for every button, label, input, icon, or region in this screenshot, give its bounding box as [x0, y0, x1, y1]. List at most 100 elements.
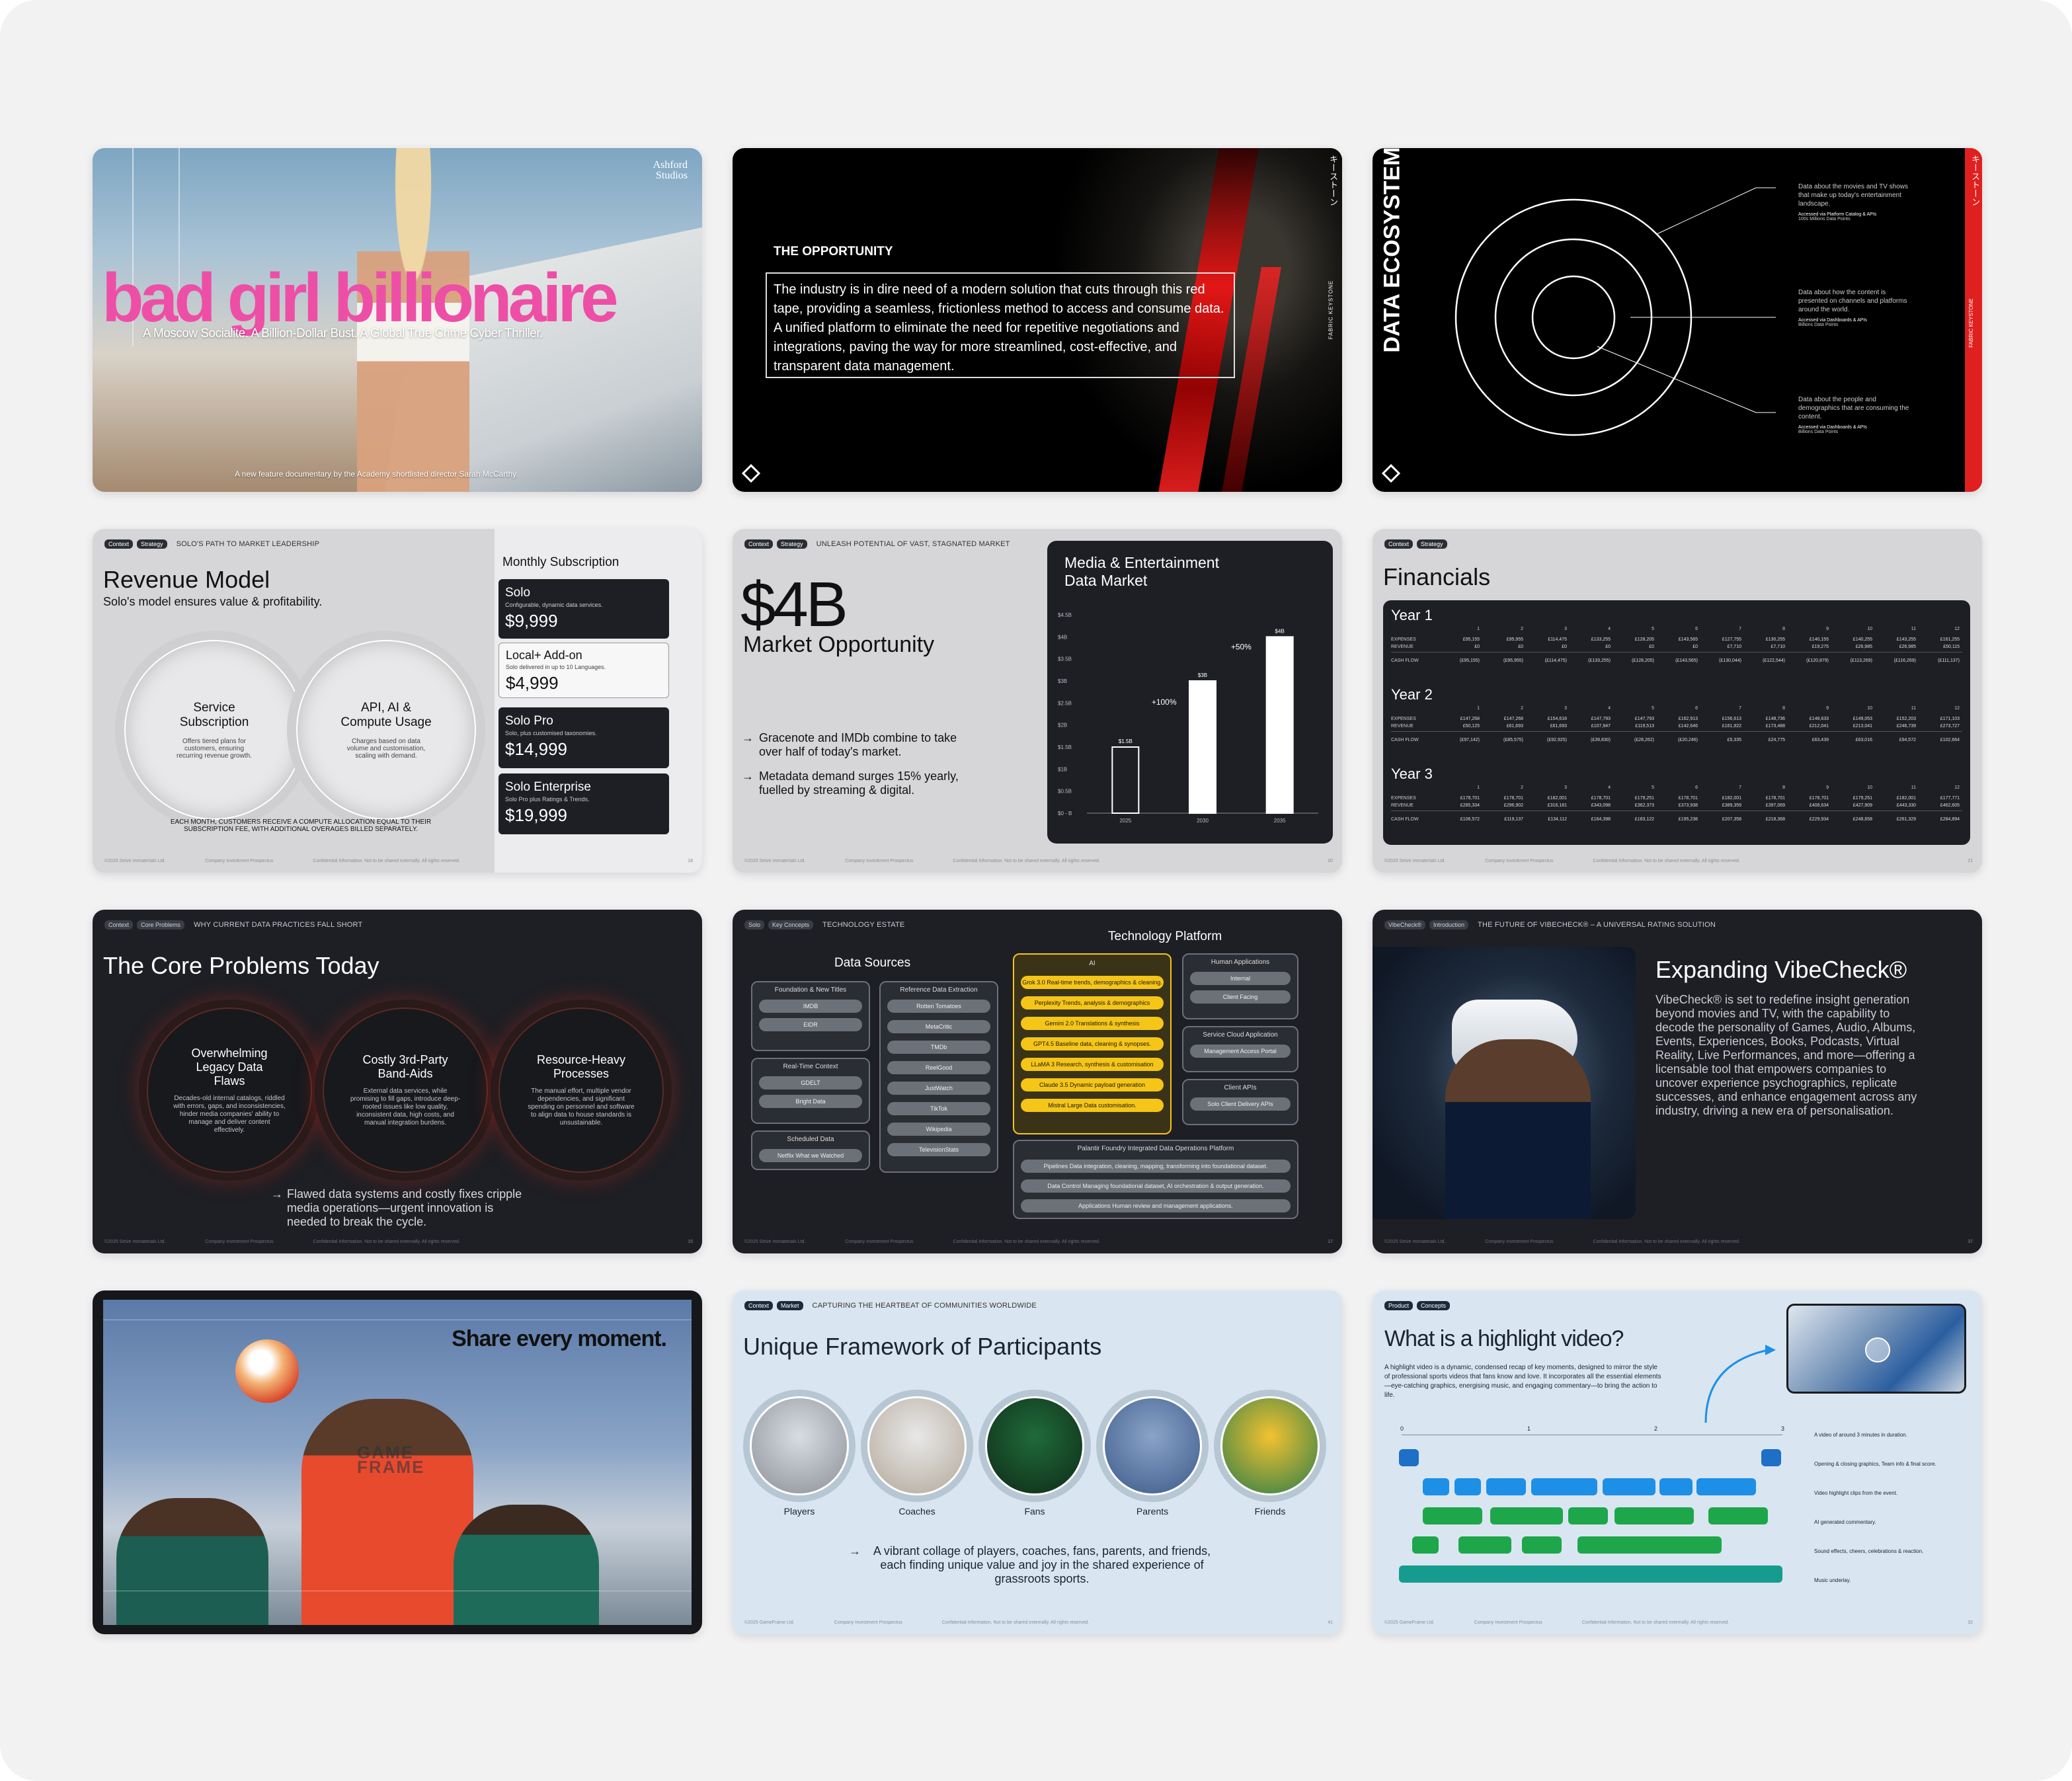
x-tick-label: 2035 [1274, 818, 1286, 824]
month-header: 12 [1954, 627, 1960, 631]
vr-photo [1373, 947, 1636, 1219]
month-header: 2 [1521, 627, 1523, 631]
slide-highlight-video[interactable]: Product Concepts What is a highlight vide… [1373, 1290, 1982, 1634]
slide-revenue-model[interactable]: Context Strategy SOLO'S PATH TO MARKET LEA… [93, 529, 702, 873]
table-cell: £142,646 [1678, 724, 1698, 729]
plan-solo[interactable]: Solo Configurable, dynamic data services.… [498, 579, 669, 639]
legend-item: Video highlight clips from the event. [1814, 1490, 1898, 1496]
table-cell: £7,710 [1771, 645, 1785, 649]
table-cell: £179,251 [1634, 796, 1654, 801]
row-label: CASH FLOW [1391, 817, 1419, 822]
slide-financials[interactable]: Context Strategy Financials Year 11234567… [1373, 529, 1982, 873]
side-label-jp: キーストーン [1328, 155, 1338, 206]
plan-local[interactable]: Local+ Add-on Solo delivered in up to 10 … [498, 643, 669, 698]
platform-title: Technology Platform [1108, 930, 1222, 943]
table-cell: £362,373 [1634, 803, 1654, 808]
month-header: 10 [1867, 785, 1872, 790]
row-label: REVENUE [1391, 724, 1414, 729]
slide-technology-platform[interactable]: Solo Key Concepts TECHNOLOGY ESTATE Techno… [733, 910, 1342, 1253]
app-title: Client APIs [1224, 1084, 1257, 1091]
table-cell: £177,771 [1940, 796, 1960, 801]
source-item: TelevisionStats [887, 1143, 990, 1156]
legend-item: A video of around 3 minutes in duration. [1814, 1432, 1907, 1438]
table-cell: £19,275 [1812, 645, 1829, 649]
source-item: MetaCritic [887, 1020, 990, 1033]
problem-circle: Overwhelming Legacy Data Flaws Decades-ol… [147, 1008, 312, 1173]
table-cell: £61,693 [1506, 724, 1523, 729]
month-header: 3 [1564, 627, 1567, 631]
app-item: Management Access Portal [1190, 1045, 1291, 1058]
month-header: 12 [1954, 706, 1960, 711]
slide-market-opportunity[interactable]: Context Strategy UNLEASH POTENTIAL OF VAST… [733, 529, 1342, 873]
clip-segment [1659, 1478, 1693, 1495]
table-cell: (£95,155) [1460, 658, 1480, 663]
table-cell: £24,775 [1768, 738, 1785, 742]
plan-enterprise[interactable]: Solo Enterprise Solo Pro plus Ratings & T… [498, 773, 669, 834]
table-cell: £164,398 [1591, 817, 1611, 822]
table-cell: £389,359 [1722, 803, 1741, 808]
page-number: 21 [1968, 859, 1973, 863]
slide-core-problems[interactable]: Context Core Problems WHY CURRENT DATA PRA… [93, 910, 702, 1253]
y-tick-label: $2B [1058, 723, 1067, 729]
slide-share-every-moment[interactable]: Share every moment. GAME FRAME [93, 1290, 702, 1634]
slide-participants[interactable]: Context Market CAPTURING THE HEARTBEAT OF … [733, 1290, 1342, 1634]
table-cell: £102,664 [1940, 738, 1960, 742]
table-cell: £147,793 [1634, 717, 1654, 721]
ai-title: AI [1089, 960, 1096, 967]
clip-segment [1454, 1478, 1481, 1495]
app-item: Internal [1190, 972, 1291, 985]
footer: ©2025 GameFrame Ltd. Company Investment P… [744, 1620, 1090, 1625]
circle-service: Service Subscription Offers tiered plans… [124, 640, 304, 820]
participant-label: Players [783, 1506, 815, 1517]
market-bar-chart: $4.5B $4B $3.5B $3B $2.5B $2B $1.5B $1B $0.5B $0 … [1058, 612, 1318, 824]
table-cell: £161,255 [1940, 637, 1960, 642]
table-cell: £427,909 [1853, 803, 1872, 808]
page-title: What is a highlight video? [1384, 1326, 1624, 1351]
timeline-tick: 1 [1527, 1425, 1531, 1432]
sfx-segment [1458, 1536, 1511, 1554]
table-cell: £182,001 [1722, 796, 1741, 801]
ai-item: LLaMA 3 Research, synthesis & customisat… [1021, 1058, 1164, 1071]
month-header: 4 [1608, 627, 1611, 631]
table-cell: £26,985 [1855, 645, 1872, 649]
slide-opportunity[interactable]: FABRIC KEYSTONE キーストーン THE OPPORTUNITY T… [733, 148, 1342, 492]
commentary-segment [1614, 1507, 1694, 1524]
table-cell: (£95,955) [1503, 658, 1523, 663]
film-credit: A new feature documentary by the Academy… [235, 469, 518, 479]
table-cell: (£85,575) [1503, 738, 1523, 742]
footer: ©2025 Strive Immaterials Ltd. Company Inv… [744, 1240, 1100, 1244]
source-item: Bright Data [759, 1095, 862, 1108]
table-cell: £148,736 [1765, 717, 1785, 721]
slide-data-ecosystem[interactable]: DATA ECOSYSTEM Catalog Data Data about t… [1373, 148, 1982, 492]
table-cell: £285,334 [1460, 803, 1480, 808]
table-cell: £178,701 [1765, 796, 1785, 801]
slide-expanding-vibecheck[interactable]: VibeCheck® Introduction THE FUTURE OF VIBE… [1373, 910, 1982, 1253]
video-thumbnail[interactable] [1786, 1304, 1966, 1394]
bar-2030 [1189, 680, 1216, 814]
foundry-item: Applications Human review and management… [1021, 1199, 1291, 1212]
month-header: 1 [1477, 785, 1480, 790]
tag-row: Product Concepts [1384, 1301, 1451, 1310]
problem-desc: External data services, while promising … [350, 1088, 461, 1127]
table-cell: £178,701 [1503, 796, 1523, 801]
y-tick-label: $4B [1058, 634, 1067, 640]
page-number: 15 [688, 1240, 693, 1244]
table-cell: £140,155 [1809, 637, 1829, 642]
play-icon[interactable] [1865, 1337, 1890, 1363]
plan-pro[interactable]: Solo Pro Solo, plus customised taxonomies… [498, 707, 669, 768]
table-cell: £147,268 [1503, 717, 1523, 721]
table-cell: £443,330 [1896, 803, 1916, 808]
table-cell: £161,922 [1722, 724, 1741, 729]
problem-circle: Resource-Heavy Processes The manual effor… [498, 1008, 664, 1173]
month-header: 5 [1652, 627, 1654, 631]
source-item: TikTok [887, 1102, 990, 1115]
arrow-icon: → [742, 731, 754, 744]
month-header: 4 [1608, 785, 1611, 790]
slide-bad-girl-billionaire[interactable]: Ashford Studios bad girl billionaire A M… [93, 148, 702, 492]
graphics-segment [1399, 1449, 1419, 1466]
conclusion: → A vibrant collage of players, coaches, … [849, 1544, 1211, 1585]
big-number-label: Market Opportunity [743, 632, 935, 657]
footer: ©2025 Strive Immaterials Ltd. Company Inv… [104, 859, 460, 863]
table-cell: £246,739 [1896, 724, 1916, 729]
table-cell: (£130,044) [1719, 658, 1741, 663]
